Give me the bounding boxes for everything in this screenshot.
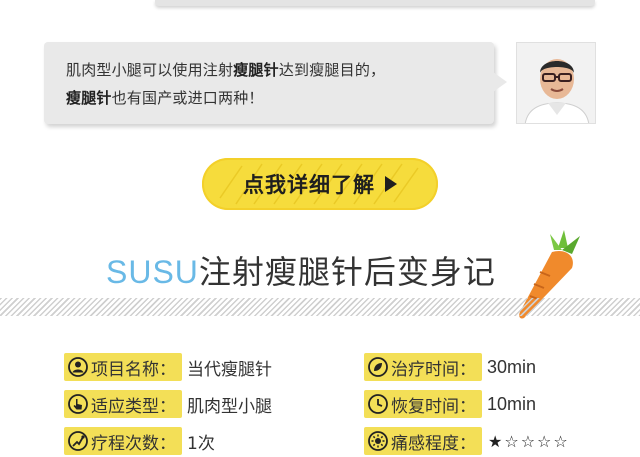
pointer-icon: [68, 394, 88, 414]
section-title-text: 注射瘦腿针后变身记: [198, 253, 496, 291]
play-arrow-icon: [385, 176, 397, 192]
info-treat-time: 治疗时间： 30min: [364, 353, 536, 381]
info-type: 适应类型： 肌肉型小腿: [64, 390, 272, 418]
bubble-tail: [493, 72, 507, 92]
section-title: SUSU注射瘦腿针后变身记: [106, 250, 496, 294]
user-icon: [68, 357, 88, 377]
info-recovery-value: 10min: [487, 393, 537, 414]
info-treat-time-value: 30min: [487, 356, 537, 377]
clock-leaf-icon: [368, 357, 388, 377]
course-icon: [68, 431, 88, 451]
info-recovery: 恢复时间： 10min: [364, 390, 536, 418]
info-project: 项目名称： 当代瘦腿针: [64, 353, 272, 381]
quote-line-2: 瘦腿针也有国产或进口两种！: [66, 89, 264, 107]
previous-bubble-edge: [155, 0, 595, 6]
sun-icon: [368, 431, 388, 451]
clock-icon: [368, 394, 388, 414]
doctor-avatar: [516, 42, 596, 124]
info-course: 疗程次数： 1次: [64, 427, 215, 455]
info-recovery-label: 恢复时间：: [364, 390, 482, 418]
info-project-value: 当代瘦腿针: [187, 359, 272, 380]
learn-more-label: 点我详细了解: [243, 173, 375, 197]
doctor-portrait-icon: [517, 43, 595, 123]
pain-rating-stars: ★☆☆☆☆: [488, 431, 570, 451]
quote-line-1: 肌肉型小腿可以使用注射瘦腿针达到瘦腿目的，: [66, 61, 386, 79]
learn-more-button[interactable]: 点我详细了解: [202, 158, 438, 210]
brand-name: SUSU: [106, 254, 199, 290]
quote-bubble: 肌肉型小腿可以使用注射瘦腿针达到瘦腿目的， 瘦腿针也有国产或进口两种！: [44, 42, 494, 124]
info-type-value: 肌肉型小腿: [187, 396, 272, 417]
hatched-divider: [0, 298, 640, 316]
info-pain-label: 痛感程度：: [364, 427, 482, 455]
info-course-label: 疗程次数：: [64, 427, 182, 455]
info-project-label: 项目名称：: [64, 353, 182, 381]
info-treat-time-label: 治疗时间：: [364, 353, 482, 381]
info-pain: 痛感程度： ★☆☆☆☆: [364, 427, 570, 455]
info-course-value: 1次: [187, 433, 215, 454]
info-type-label: 适应类型：: [64, 390, 182, 418]
